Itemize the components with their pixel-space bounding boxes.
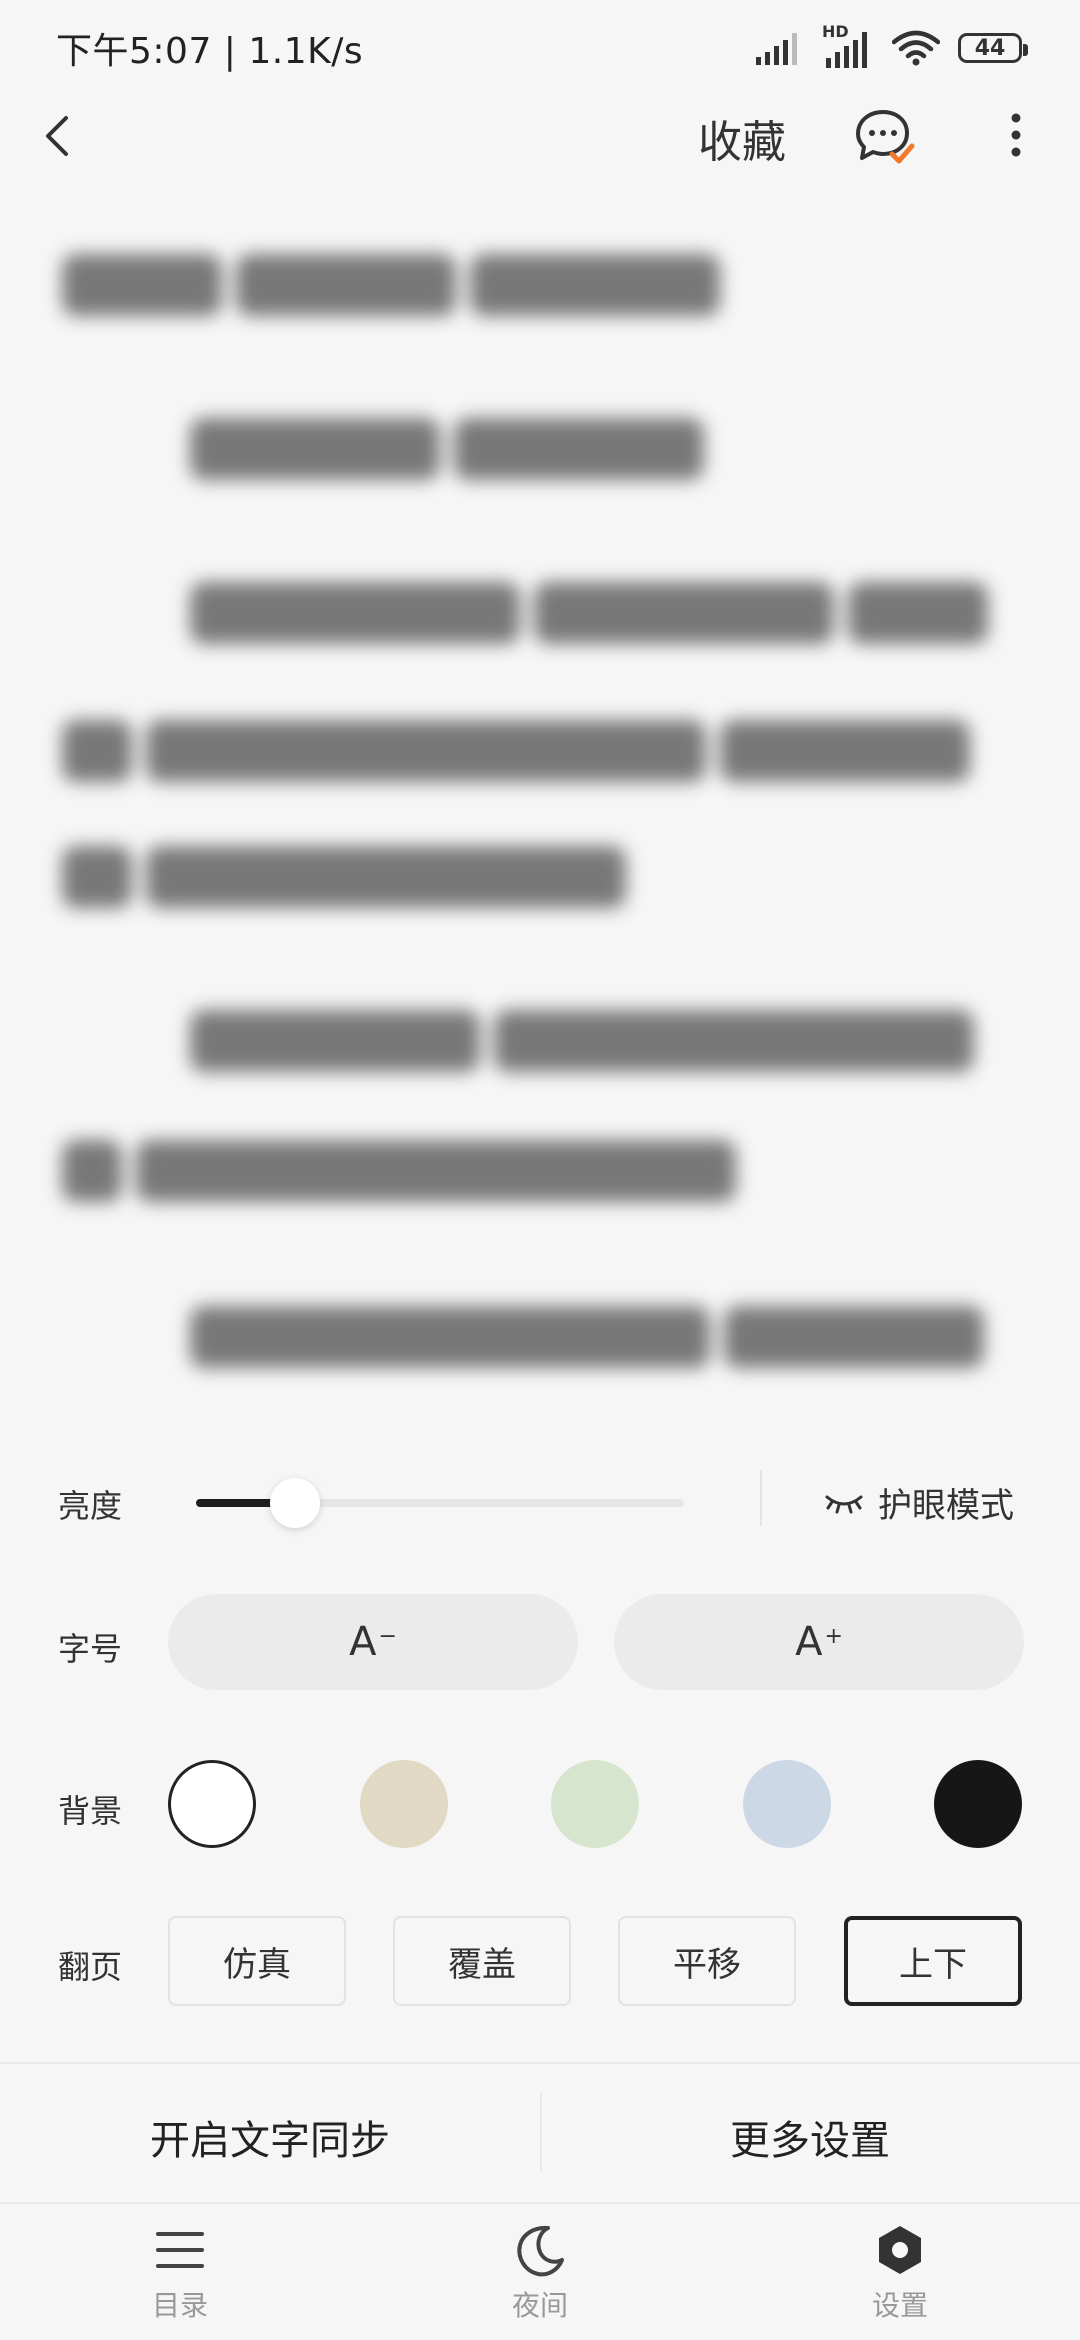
font-increase-mark: + [824,1623,843,1649]
brightness-slider-thumb[interactable] [270,1478,320,1528]
page-turn-simulation-button[interactable]: 仿真 [168,1916,346,2006]
status-time: 下午5:07 | 1.1K/s [56,31,364,72]
font-increase-button[interactable]: A + [614,1594,1024,1690]
more-vertical-icon [1011,113,1021,157]
status-icons: HD 44 [756,22,1028,74]
font-decrease-mark: − [378,1623,397,1649]
menu-list-icon [156,2232,204,2268]
more-button[interactable] [1000,104,1040,174]
divider [0,2202,1080,2204]
nav-settings[interactable]: 设置 [810,2222,990,2324]
divider [0,2062,1080,2064]
nav-settings-label: 设置 [871,2289,928,2322]
chat-check-icon [856,110,915,164]
blurred-text-line [62,720,1022,782]
signal-icon [756,33,797,65]
background-blue-swatch[interactable] [743,1760,831,1848]
blurred-text-line [190,418,750,480]
blurred-text-line [62,254,762,316]
comment-button[interactable] [850,102,920,172]
font-size-label: 字号 [58,1630,123,1668]
back-arrow-icon [46,116,68,156]
blurred-text-line [190,1010,1020,1072]
page-turn-label: 翻页 [58,1948,123,1986]
settings-hexagon-icon [879,2226,921,2274]
background-green-swatch[interactable] [551,1760,639,1848]
divider [760,1470,762,1526]
blurred-text-line [190,582,1020,644]
blurred-reading-content [0,230,1080,1430]
page-turn-cover-button[interactable]: 覆盖 [393,1916,571,2006]
more-settings-button[interactable]: 更多设置 [730,2108,890,2166]
page-turn-vertical-button[interactable]: 上下 [844,1916,1022,2006]
closed-eye-icon [825,1495,863,1513]
nav-toc-label: 目录 [151,2289,208,2322]
eye-mode-label: 护眼模式 [878,1486,1014,1526]
collect-button[interactable]: 收藏 [698,106,786,170]
background-beige-swatch[interactable] [360,1760,448,1848]
nav-night-label: 夜间 [511,2289,568,2322]
background-black-swatch[interactable] [934,1760,1022,1848]
nav-toc[interactable]: 目录 [90,2222,270,2324]
text-sync-button[interactable]: 开启文字同步 [150,2108,390,2166]
brightness-label: 亮度 [58,1487,123,1525]
battery-level: 44 [974,35,1006,61]
moon-icon [517,2225,564,2277]
blurred-text-line [62,846,702,908]
divider [540,2092,542,2172]
wifi-icon [892,30,940,66]
font-increase-letter: A [795,1619,823,1665]
back-button[interactable] [30,106,90,166]
blurred-text-line [190,1306,1020,1368]
page-turn-slide-button[interactable]: 平移 [618,1916,796,2006]
font-decrease-button[interactable]: A − [168,1594,578,1690]
background-label: 背景 [58,1792,123,1830]
eye-mode-toggle[interactable]: 护眼模式 [824,1478,1014,1527]
nav-night[interactable]: 夜间 [450,2222,630,2324]
hd-signal-icon: HD [822,22,874,68]
battery-indicator: 44 [958,33,1028,63]
blurred-text-line [62,1140,822,1202]
font-decrease-letter: A [349,1619,377,1665]
background-white-swatch[interactable] [168,1760,256,1848]
